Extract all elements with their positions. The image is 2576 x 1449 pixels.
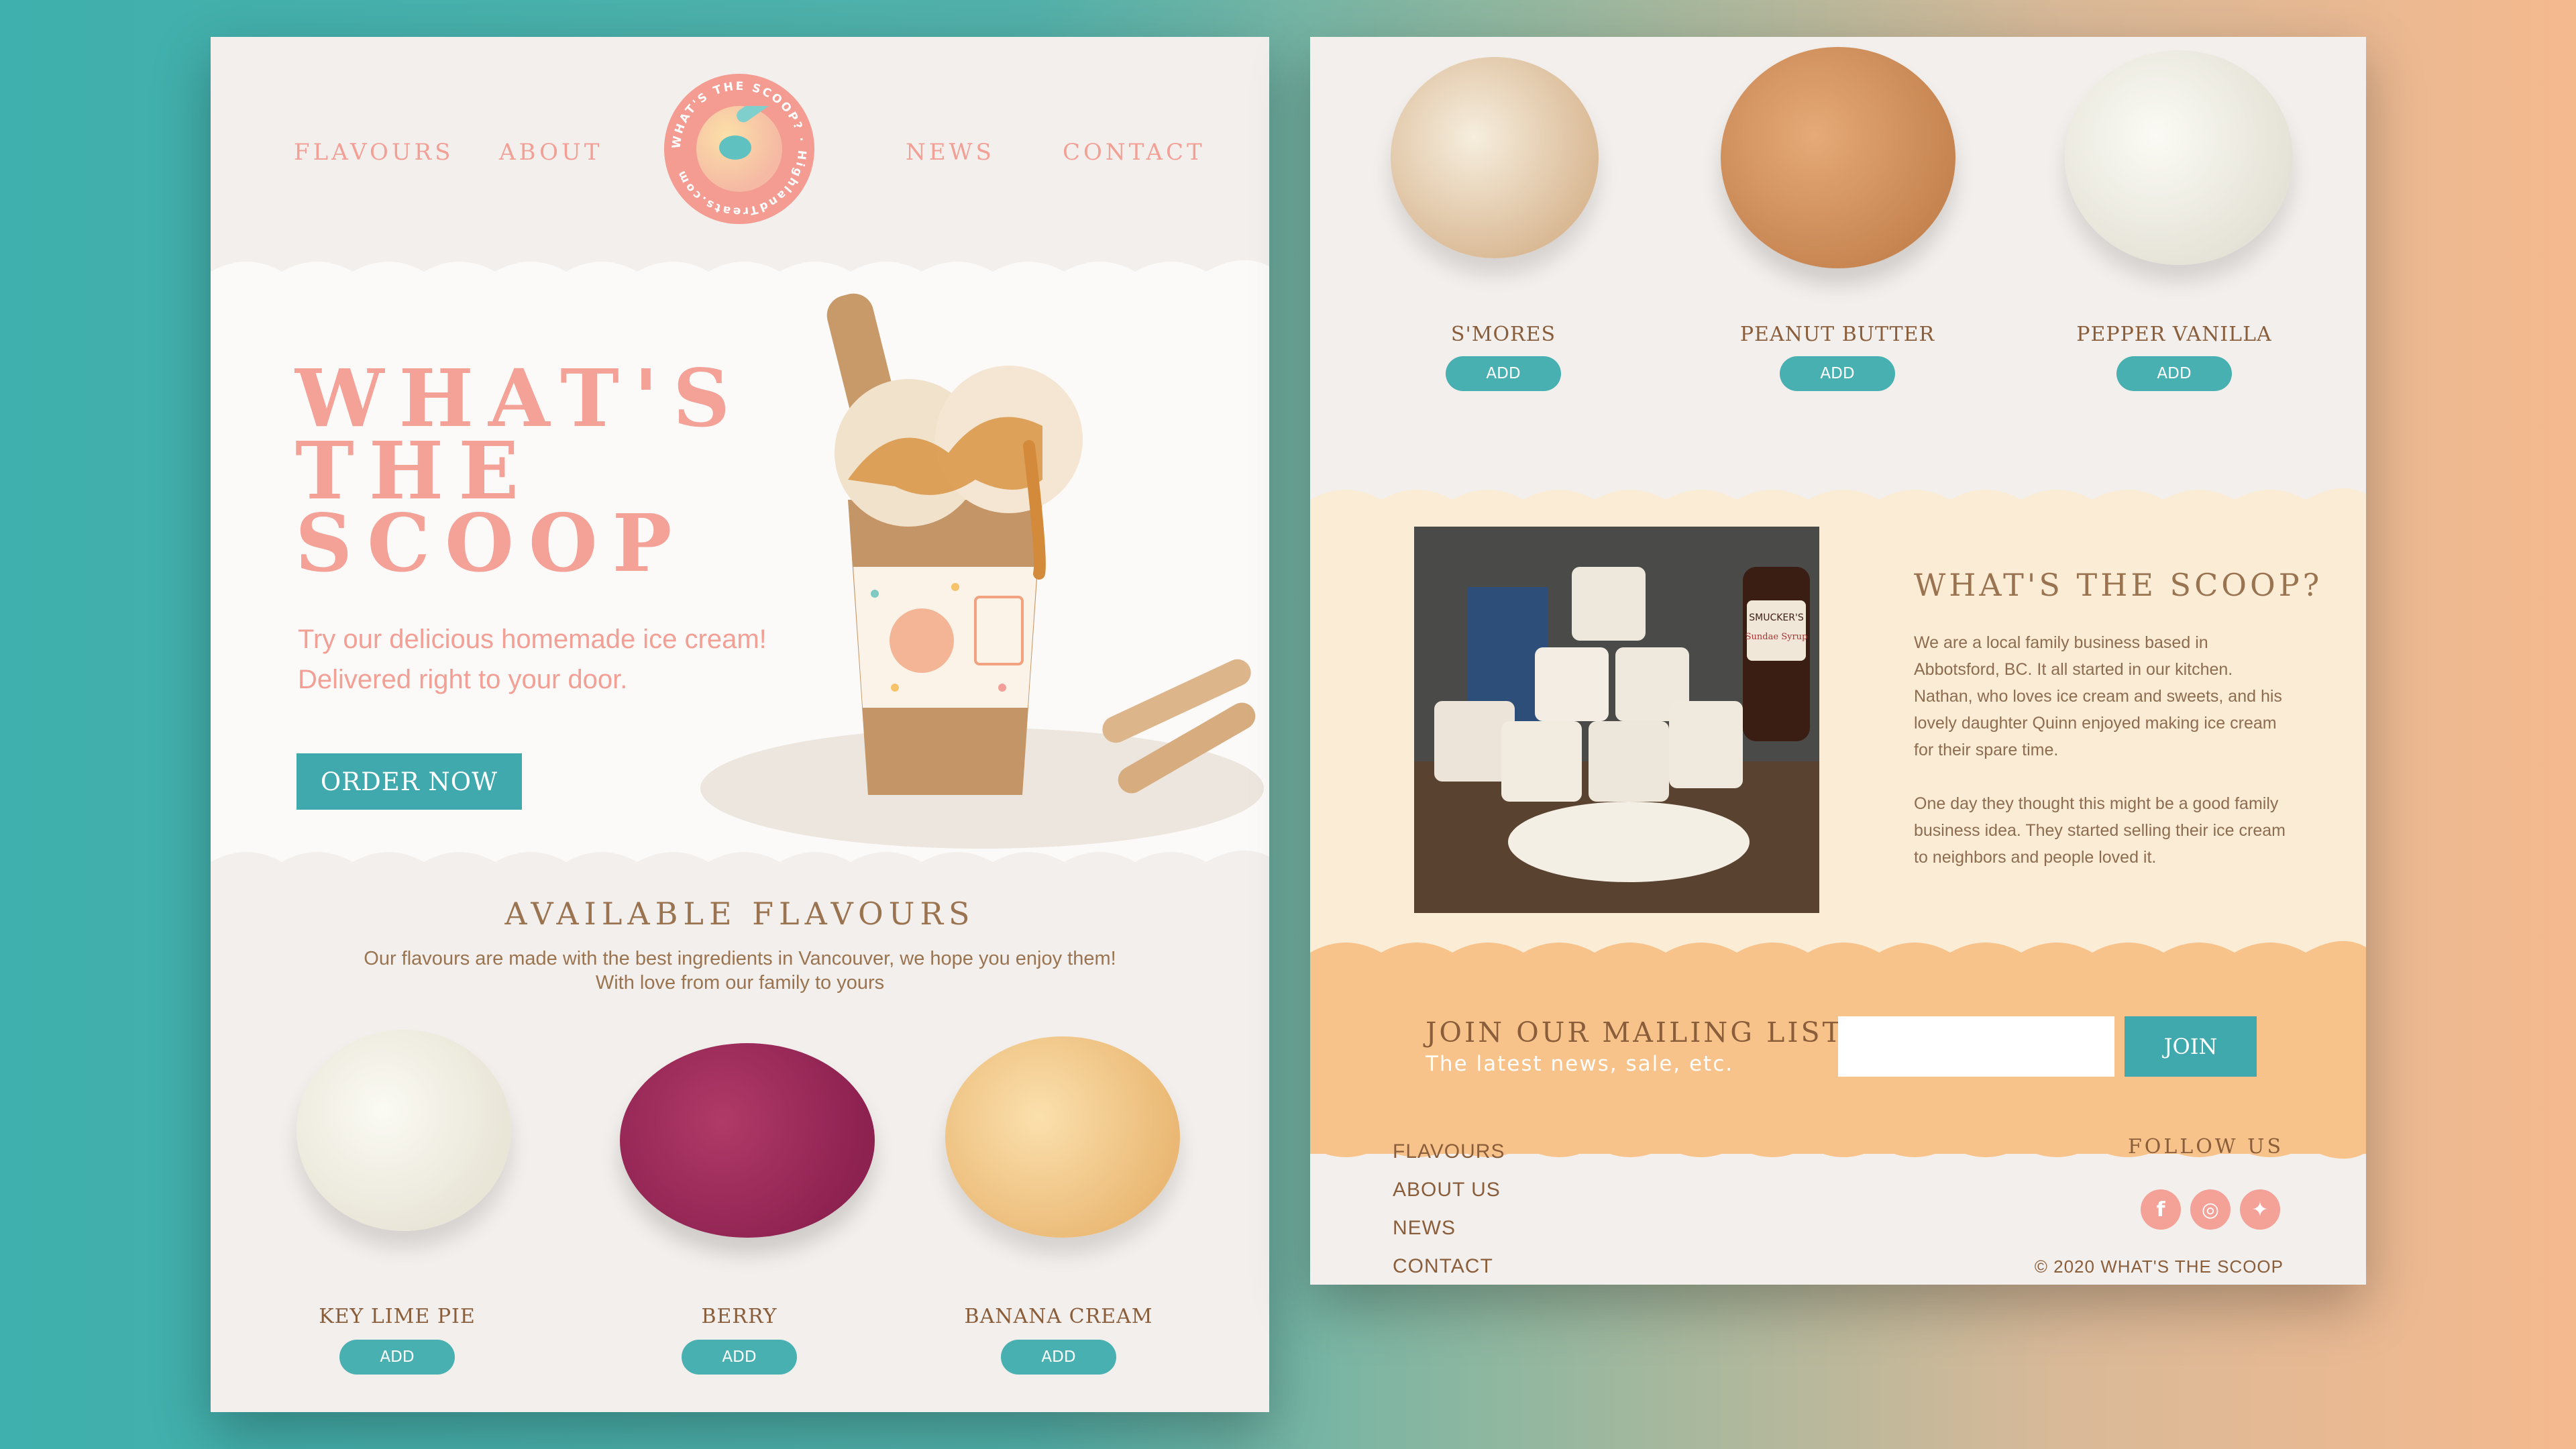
logo-ring-text: WHAT'S THE SCOOP? · HighlandTreats.com bbox=[669, 80, 808, 218]
join-button[interactable]: JOIN bbox=[2125, 1016, 2257, 1077]
footer-link-flavours[interactable]: FLAVOURS bbox=[1393, 1140, 1505, 1163]
footer-link-news[interactable]: NEWS bbox=[1393, 1217, 1456, 1240]
scoop-image-smores bbox=[1391, 57, 1599, 258]
add-berry-button[interactable]: ADD bbox=[682, 1340, 797, 1375]
scoop-image-key-lime-pie bbox=[297, 1030, 511, 1231]
follow-us-label: FOLLOW US bbox=[2127, 1135, 2284, 1159]
instagram-icon[interactable]: ◎ bbox=[2190, 1189, 2231, 1230]
ice-cream-cup-image bbox=[700, 293, 1264, 849]
svg-text:SMUCKER'S: SMUCKER'S bbox=[1749, 612, 1804, 623]
flavour-name: PEPPER VANILLA bbox=[2076, 323, 2272, 346]
flavour-name: KEY LIME PIE bbox=[319, 1305, 476, 1328]
available-flavours-text: Our flavours are made with the best ingr… bbox=[364, 948, 1116, 994]
about-scallop-divider bbox=[1310, 488, 2366, 520]
nav-about-link[interactable]: ABOUT bbox=[499, 139, 602, 166]
home-page-panel: FLAVOURS ABOUT NEWS CONTACT WHAT'S THE S… bbox=[211, 37, 1269, 1412]
ice-cream-jars-photo: SMUCKER'S Sundae Syrup bbox=[1414, 527, 1819, 913]
add-key-lime-pie-button[interactable]: ADD bbox=[339, 1340, 455, 1375]
copyright-text: © 2020 WHAT'S THE SCOOP bbox=[2034, 1256, 2284, 1277]
add-banana-cream-button[interactable]: ADD bbox=[1001, 1340, 1116, 1375]
flavour-name: BANANA CREAM bbox=[964, 1305, 1153, 1328]
about-heading: WHAT'S THE SCOOP? bbox=[1914, 567, 2323, 603]
nav-contact-link[interactable]: CONTACT bbox=[1063, 139, 1205, 166]
email-input[interactable] bbox=[1838, 1016, 2114, 1077]
svg-text:WHAT'S THE SCOOP? · HighlandTr: WHAT'S THE SCOOP? · HighlandTreats.com bbox=[669, 80, 808, 218]
nav-flavours-link[interactable]: FLAVOURS bbox=[294, 139, 453, 166]
hero-title: WHAT'S THE SCOOP bbox=[295, 352, 745, 590]
mailing-list-heading: JOIN OUR MAILING LIST bbox=[1426, 1016, 1843, 1049]
hero-section: WHAT'S THE SCOOP Try our delicious homem… bbox=[211, 278, 1269, 882]
available-flavours-heading: AVAILABLE FLAVOURS bbox=[504, 896, 975, 932]
scoop-image-banana-cream bbox=[945, 1036, 1180, 1238]
mailing-list-subtitle: The latest news, sale, etc. bbox=[1426, 1052, 1734, 1076]
twitter-icon[interactable]: ✦ bbox=[2240, 1189, 2280, 1230]
top-navigation: FLAVOURS ABOUT NEWS CONTACT WHAT'S THE S… bbox=[211, 37, 1269, 292]
nav-news-link[interactable]: NEWS bbox=[906, 139, 995, 166]
scoop-image-peanut-butter bbox=[1721, 47, 1955, 268]
flavour-name: PEANUT BUTTER bbox=[1739, 323, 1935, 346]
add-smores-button[interactable]: ADD bbox=[1446, 356, 1561, 391]
scoop-image-berry bbox=[620, 1043, 875, 1238]
flavour-name: BERRY bbox=[701, 1305, 777, 1328]
add-pepper-vanilla-button[interactable]: ADD bbox=[2116, 356, 2232, 391]
scoop-image-pepper-vanilla bbox=[2065, 50, 2293, 265]
available-flavours-section: AVAILABLE FLAVOURS Our flavours are made… bbox=[211, 896, 1269, 995]
add-peanut-butter-button[interactable]: ADD bbox=[1780, 356, 1895, 391]
mailing-list-section: JOIN OUR MAILING LIST The latest news, s… bbox=[1310, 941, 2366, 1159]
footer-link-contact[interactable]: CONTACT bbox=[1393, 1255, 1493, 1278]
about-page-panel: S'MORES PEANUT BUTTER PEPPER VANILLA ADD… bbox=[1310, 37, 2366, 1285]
hero-scallop-divider bbox=[211, 850, 1269, 882]
about-text: We are a local family business based in … bbox=[1914, 633, 2286, 867]
facebook-icon[interactable]: f bbox=[2141, 1189, 2181, 1230]
footer-link-about-us[interactable]: ABOUT US bbox=[1393, 1179, 1501, 1201]
order-now-button[interactable]: ORDER NOW bbox=[297, 753, 522, 810]
flavour-name: S'MORES bbox=[1450, 323, 1556, 346]
svg-text:Sundae Syrup: Sundae Syrup bbox=[1746, 632, 1808, 642]
mail-scallop-top bbox=[1310, 941, 2366, 973]
